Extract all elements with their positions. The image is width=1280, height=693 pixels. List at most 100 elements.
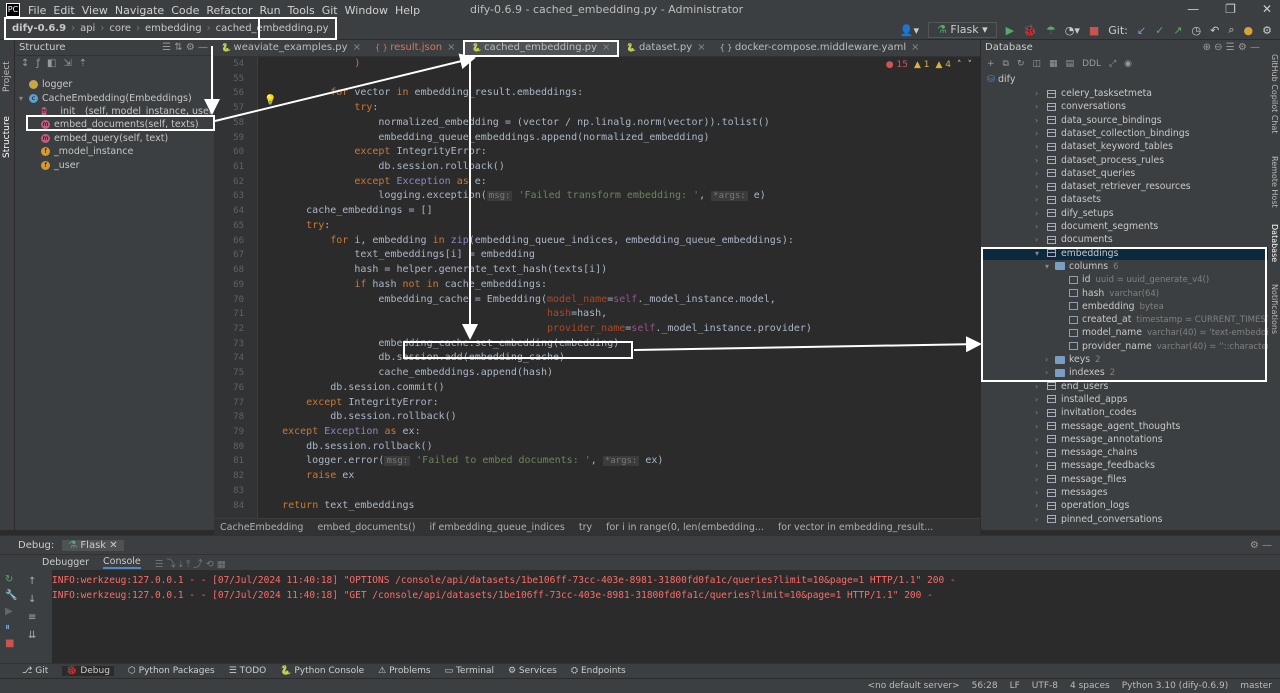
tool-window-button[interactable]: 🐍 Python Console — [280, 666, 364, 676]
table-row[interactable]: › data_source_bindings — [981, 114, 1268, 127]
git-push-icon[interactable]: ↗ — [1173, 24, 1182, 37]
breadcrumb-item[interactable]: embedding — [145, 23, 202, 34]
table-row[interactable]: › installed_apps — [981, 393, 1268, 406]
pause-icon[interactable]: ⏸ — [5, 622, 10, 633]
settings-wrench-icon[interactable]: 🔧 — [5, 590, 17, 601]
menu-tools[interactable]: Tools — [288, 4, 315, 17]
copy-icon[interactable]: ⧉ — [1003, 59, 1009, 69]
table-row[interactable]: › datasets — [981, 193, 1268, 206]
chevron-right-icon[interactable]: › — [1035, 513, 1045, 526]
chevron-right-icon[interactable]: › — [1035, 154, 1045, 167]
table-row[interactable]: › dataset_collection_bindings — [981, 127, 1268, 140]
run-icon[interactable]: ▶ — [1006, 24, 1014, 37]
debug-session-tab[interactable]: ⚗ Flask ✕ — [62, 539, 124, 551]
tool-window-button[interactable]: ⚙ Services — [508, 666, 557, 676]
run-config-select[interactable]: ⚗ Flask ▾ — [928, 22, 997, 38]
scroll-down-icon[interactable]: ↓ — [28, 594, 36, 605]
chevron-right-icon[interactable]: › — [1035, 127, 1045, 140]
chevron-right-icon[interactable]: › — [1035, 87, 1045, 100]
chevron-right-icon[interactable]: › — [1035, 446, 1045, 459]
code-breadcrumb-item[interactable]: CacheEmbedding — [220, 522, 303, 533]
jump-icon[interactable]: ⤢ — [1109, 59, 1116, 69]
menu-code[interactable]: Code — [171, 4, 199, 17]
table-row[interactable]: › message_agent_thoughts — [981, 420, 1268, 433]
console-output[interactable]: INFO:werkzeug:127.0.0.1 - - [07/Jul/2024… — [52, 574, 956, 603]
table-row[interactable]: › conversations — [981, 100, 1268, 113]
table-view-icon[interactable]: ▦ — [1049, 59, 1058, 69]
git-commit-icon[interactable]: ✓ — [1155, 24, 1164, 37]
chevron-right-icon[interactable]: › — [1035, 486, 1045, 499]
stop-icon[interactable]: ■ — [1089, 24, 1099, 37]
search-icon[interactable]: ⌕ — [1228, 23, 1234, 37]
tool-window-button[interactable]: ⚠ Problems — [378, 666, 430, 676]
structure-header-actions[interactable]: ☰ ⇅ ⚙ — — [162, 40, 208, 56]
chevron-right-icon[interactable]: › — [1035, 459, 1045, 472]
structure-tool-tab[interactable]: Structure — [2, 116, 12, 158]
column-row[interactable]: hash varchar(64) — [981, 287, 1268, 300]
chevron-right-icon[interactable]: › — [1035, 233, 1045, 246]
table-row[interactable]: › message_files — [981, 473, 1268, 486]
copilot-tool-tab[interactable]: GitHub Copilot Chat — [1270, 54, 1279, 134]
profile-icon[interactable]: ◔▾ — [1065, 24, 1080, 37]
table-row[interactable]: › messages — [981, 486, 1268, 499]
column-row[interactable]: created_at timestamp = CURRENT_TIMESTAMP(… — [981, 313, 1268, 326]
folder-row[interactable]: ▾ columns 6 — [981, 260, 1268, 273]
menu-view[interactable]: View — [82, 4, 108, 17]
soft-wrap-icon[interactable]: ≡ — [28, 612, 36, 623]
filter-icon[interactable]: ◉ — [1124, 59, 1132, 69]
structure-item[interactable]: f _user — [15, 158, 214, 171]
chevron-right-icon[interactable]: › — [1035, 380, 1045, 393]
structure-item[interactable]: f _model_instance — [15, 145, 214, 158]
menu-window[interactable]: Window — [345, 4, 388, 17]
editor-tab[interactable]: 🐍 cached_embedding.py × — [462, 40, 620, 57]
edit-icon[interactable]: ▤ — [1066, 59, 1075, 69]
tool-window-button[interactable]: ⬡ Python Packages — [128, 666, 215, 676]
close-tab-icon[interactable]: × — [911, 42, 919, 53]
table-row[interactable]: › dataset_queries — [981, 167, 1268, 180]
editor-tab[interactable]: { } docker-compose.middleware.yaml × — [713, 40, 927, 57]
status-item[interactable]: 4 spaces — [1070, 681, 1110, 691]
stop-icon[interactable]: ◫ — [1033, 59, 1042, 69]
column-row[interactable]: model_name varchar(40) = 'text-embedding-… — [981, 326, 1268, 339]
close-tab-icon[interactable]: × — [602, 42, 610, 53]
datasource-row[interactable]: ⛁ dify — [981, 73, 1268, 87]
editor-tab[interactable]: 🐍 dataset.py × — [619, 40, 712, 57]
folder-row[interactable]: › indexes 2 — [981, 366, 1268, 379]
git-history-icon[interactable]: ◷ — [1192, 24, 1202, 37]
chevron-right-icon[interactable]: › — [1035, 473, 1045, 486]
tool-window-button[interactable]: ☰ TODO — [229, 666, 267, 676]
code-area[interactable]: 54 ) 55 56 for vector in embedding_result.… — [233, 57, 980, 518]
database-header-actions[interactable]: ⊕ ⊖ ☰ ⚙ — — [1203, 40, 1260, 55]
chevron-right-icon[interactable]: › — [1045, 366, 1055, 379]
chevron-right-icon[interactable]: › — [1035, 180, 1045, 193]
debug-icon[interactable]: 🐞 — [1023, 24, 1037, 37]
notifications-tool-tab[interactable]: Notifications — [1270, 284, 1279, 334]
debug-header-actions[interactable]: ⚙ — — [1250, 540, 1272, 551]
resume-icon[interactable]: ▶ — [5, 606, 13, 617]
tool-window-button[interactable]: 🐞 Debug — [62, 666, 114, 676]
menu-refactor[interactable]: Refactor — [206, 4, 252, 17]
stop-debug-icon[interactable]: ■ — [5, 638, 14, 649]
chevron-right-icon[interactable]: › — [1035, 100, 1045, 113]
expand-icon[interactable]: ⇲ — [63, 58, 71, 72]
nav-up-icon[interactable]: ˄ — [957, 60, 962, 70]
status-item[interactable]: LF — [1010, 681, 1020, 691]
chevron-right-icon[interactable]: › — [1035, 406, 1045, 419]
chevron-right-icon[interactable]: › — [1035, 167, 1045, 180]
table-row[interactable]: › message_annotations — [981, 433, 1268, 446]
tool-window-button[interactable]: ⛭ Endpoints — [571, 666, 626, 676]
status-item[interactable]: Python 3.10 (dify-0.6.9) — [1122, 681, 1229, 691]
chevron-right-icon[interactable]: › — [1035, 114, 1045, 127]
tab-console[interactable]: Console — [103, 556, 141, 569]
status-item[interactable]: 56:28 — [972, 681, 998, 691]
code-breadcrumb-item[interactable]: for vector in embedding_result... — [778, 522, 933, 533]
table-row[interactable]: › document_segments — [981, 220, 1268, 233]
status-item[interactable]: UTF-8 — [1032, 681, 1058, 691]
menu-edit[interactable]: Edit — [53, 4, 74, 17]
column-row[interactable]: provider_name varchar(40) = ''::character… — [981, 340, 1268, 353]
breadcrumb-item[interactable]: dify-0.6.9 — [12, 23, 66, 34]
code-breadcrumb-item[interactable]: for i in range(0, len(embedding... — [606, 522, 764, 533]
table-row[interactable]: › invitation_codes — [981, 406, 1268, 419]
scroll-end-icon[interactable]: ⇊ — [28, 630, 36, 641]
column-row[interactable]: embedding bytea — [981, 300, 1268, 313]
